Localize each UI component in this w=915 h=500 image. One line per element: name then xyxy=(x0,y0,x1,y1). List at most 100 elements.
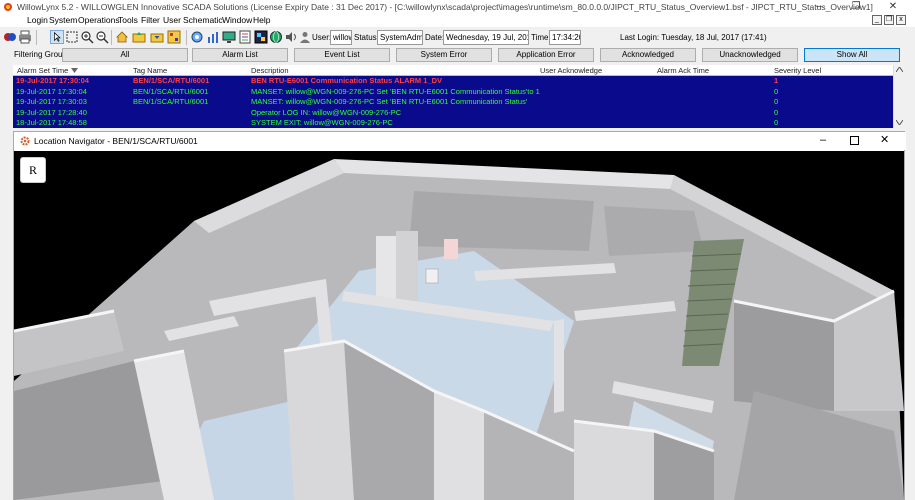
filter-event-list-button[interactable]: Event List xyxy=(294,48,390,62)
network-icon[interactable] xyxy=(190,30,204,44)
cell-time: 19-Jul-2017 17:30:04 xyxy=(16,76,89,85)
zoom-in-icon[interactable] xyxy=(80,30,94,44)
col-alarm-set-time[interactable]: Alarm Set Time xyxy=(17,66,68,75)
alarm-scrollbar[interactable] xyxy=(893,65,905,128)
status-field: SystemAdmin xyxy=(377,30,423,45)
globe-icon[interactable] xyxy=(269,30,283,44)
alarm-row[interactable]: 19-Jul-2017 17:28:40 Operator LOG IN: wi… xyxy=(13,108,893,119)
menu-bar: Login System Operations Tools Filter Use… xyxy=(0,14,915,27)
cell-time: 19-Jul-2017 17:30:04 xyxy=(16,86,87,96)
user-field: willow xyxy=(330,30,352,45)
app-logo-icon xyxy=(4,3,12,11)
filter-system-error-button[interactable]: System Error xyxy=(396,48,492,62)
cell-tag: BEN/1/SCA/RTU/6001 xyxy=(133,76,210,85)
scroll-up-icon[interactable] xyxy=(896,67,903,72)
menu-window[interactable]: Window xyxy=(222,15,252,25)
menu-system[interactable]: System xyxy=(49,15,77,25)
cell-severity: 0 xyxy=(774,97,779,106)
monitor-icon[interactable] xyxy=(222,30,236,44)
navigator-close-button[interactable]: ✕ xyxy=(880,133,889,146)
col-alarm-ack-time[interactable]: Alarm Ack Time xyxy=(657,66,709,75)
report-icon[interactable] xyxy=(238,30,252,44)
print-icon[interactable] xyxy=(18,30,32,44)
layers-icon[interactable] xyxy=(254,30,268,44)
cell-description: BEN RTU-E6001 Communication Status ALARM… xyxy=(251,76,443,85)
menu-tools[interactable]: Tools xyxy=(118,15,138,25)
user-icon xyxy=(300,32,310,43)
toolbar-separator xyxy=(186,30,187,45)
minimize-button[interactable]: – xyxy=(805,0,833,14)
toolbar: User: willow Status: SystemAdmin Date: W… xyxy=(0,27,915,48)
date-label: Date: xyxy=(425,33,445,42)
toolbar-separator xyxy=(36,30,37,45)
menu-operations[interactable]: Operations xyxy=(78,15,120,25)
navigator-minimize-button[interactable]: – xyxy=(820,134,826,146)
alarm-table-body: 19-Jul-2017 17:30:04 BEN/1/SCA/RTU/6001 … xyxy=(13,76,905,128)
navigator-title: Location Navigator - BEN/1/SCA/RTU/6001 xyxy=(34,136,198,146)
scroll-down-icon[interactable] xyxy=(896,120,903,125)
cell-description: SYSTEM EXIT: willow@WGN-009-276-PC xyxy=(251,118,393,127)
filter-all-button[interactable]: All xyxy=(62,48,188,62)
location-navigator-window: Location Navigator - BEN/1/SCA/RTU/6001 … xyxy=(13,131,906,500)
pointer-icon[interactable] xyxy=(50,30,64,44)
cell-time: 18-Jul-2017 17:48:58 xyxy=(16,118,87,127)
time-field: 17:34:20 xyxy=(549,30,581,45)
date-field: Wednesday, 19 Jul, 2017 xyxy=(443,30,529,45)
toolbar-separator xyxy=(111,30,112,45)
user-label: User: xyxy=(312,33,332,42)
zoom-out-icon[interactable] xyxy=(95,30,109,44)
folder-up-icon[interactable] xyxy=(132,30,146,44)
menu-help[interactable]: Help xyxy=(253,15,270,25)
chart-bar-icon[interactable] xyxy=(206,30,220,44)
alarm-table-header: Alarm Set Time Tag Name Description User… xyxy=(13,65,905,76)
time-label: Time: xyxy=(531,33,551,42)
window-title: WillowLynx 5.2 - WILLOWGLEN Innovative S… xyxy=(17,2,873,12)
col-description[interactable]: Description xyxy=(251,66,289,75)
col-user-acknowledge[interactable]: User Acknowledge xyxy=(540,66,602,75)
filter-unacknowledged-button[interactable]: Unacknowledged xyxy=(702,48,798,62)
home-icon[interactable] xyxy=(115,30,129,44)
zoom-area-icon[interactable] xyxy=(65,30,79,44)
alarm-row[interactable]: 18-Jul-2017 17:48:58 SYSTEM EXIT: willow… xyxy=(13,118,893,129)
close-button[interactable]: ✕ xyxy=(879,0,907,14)
status-label: Status: xyxy=(354,33,379,42)
cell-time: 19-Jul-2017 17:28:40 xyxy=(16,107,87,117)
navigator-maximize-button[interactable] xyxy=(850,136,859,145)
filter-alarm-list-button[interactable]: Alarm List xyxy=(192,48,288,62)
filter-acknowledged-button[interactable]: Acknowledged xyxy=(600,48,696,62)
mdi-restore-button[interactable]: ❐ xyxy=(884,15,894,25)
filter-application-error-button[interactable]: Application Error xyxy=(498,48,594,62)
col-tag-name[interactable]: Tag Name xyxy=(133,66,167,75)
cell-time: 19-Jul-2017 17:30:03 xyxy=(16,97,87,106)
filter-row: Filtering Group All Alarm List Event Lis… xyxy=(0,48,915,63)
reset-view-button[interactable]: R xyxy=(20,157,46,183)
navigator-title-bar: Location Navigator - BEN/1/SCA/RTU/6001 … xyxy=(14,132,906,150)
menu-login[interactable]: Login xyxy=(27,15,48,25)
filter-show-all-button[interactable]: Show All xyxy=(804,48,900,62)
folder-down-icon[interactable] xyxy=(150,30,164,44)
cell-description: MANSET: willow@WGN-009-276-PC Set 'BEN R… xyxy=(251,97,528,106)
menu-schematic[interactable]: Schematic xyxy=(183,15,223,25)
floor-plan-3d-view[interactable]: R xyxy=(14,151,904,500)
col-severity-level[interactable]: Severity Level xyxy=(774,66,821,75)
cell-description: Operator LOG IN: willow@WGN-009-276-PC xyxy=(251,107,402,117)
cell-severity: 1 xyxy=(774,76,779,85)
alarm-row[interactable]: 19-Jul-2017 17:30:04 BEN/1/SCA/RTU/6001 … xyxy=(13,87,893,98)
speaker-icon[interactable] xyxy=(284,30,298,44)
alarm-row[interactable]: 19-Jul-2017 17:30:03 BEN/1/SCA/RTU/6001 … xyxy=(13,97,893,108)
menu-filter[interactable]: Filter xyxy=(141,15,160,25)
sort-down-icon xyxy=(71,68,78,73)
mdi-close-button[interactable]: x xyxy=(896,15,906,25)
login-icon[interactable] xyxy=(3,30,17,44)
title-bar: WillowLynx 5.2 - WILLOWGLEN Innovative S… xyxy=(0,0,915,14)
restore-button[interactable]: ❐ xyxy=(842,0,870,14)
alarm-row[interactable]: 19-Jul-2017 17:30:04 BEN/1/SCA/RTU/6001 … xyxy=(13,76,893,87)
cell-tag: BEN/1/SCA/RTU/6001 xyxy=(133,97,209,106)
cell-severity: 0 xyxy=(774,86,779,96)
menu-user[interactable]: User xyxy=(163,15,181,25)
cell-description: MANSET: willow@WGN-009-276-PC Set 'BEN R… xyxy=(251,86,540,96)
gear-icon xyxy=(20,136,30,146)
mdi-minimize-button[interactable]: _ xyxy=(872,15,882,25)
filtering-group-label: Filtering Group xyxy=(14,50,67,59)
hierarchy-icon[interactable] xyxy=(167,30,181,44)
